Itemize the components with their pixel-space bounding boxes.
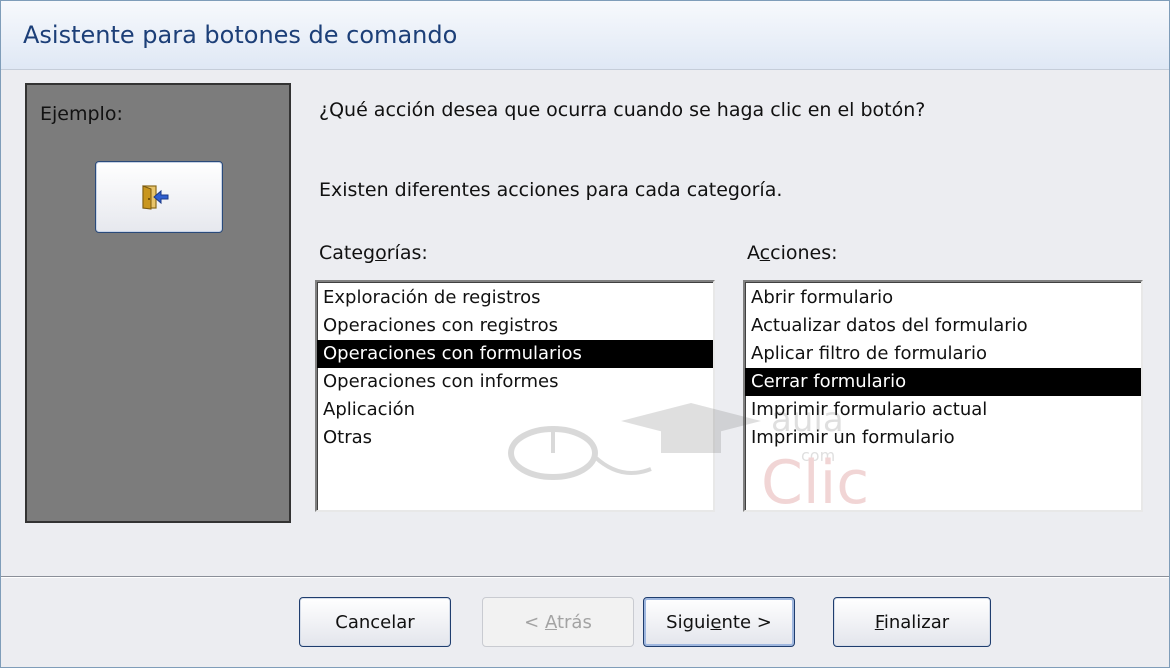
finish-button-mnemonic: F <box>874 611 884 633</box>
next-button[interactable]: Siguiente > <box>643 597 795 647</box>
action-item[interactable]: Aplicar filtro de formulario <box>745 340 1141 368</box>
categories-label-part: Categ <box>319 242 376 264</box>
next-button-part: Sigui <box>666 611 711 633</box>
category-item[interactable]: Operaciones con registros <box>317 312 713 340</box>
categories-listbox[interactable]: Exploración de registros Operaciones con… <box>315 280 715 512</box>
question-text: ¿Qué acción desea que ocurra cuando se h… <box>319 99 926 121</box>
window-title: Asistente para botones de comando <box>23 21 458 49</box>
example-panel: Ejemplo: <box>25 83 291 523</box>
title-bar: Asistente para botones de comando <box>1 1 1169 70</box>
back-button[interactable]: < Atrás <box>482 597 634 647</box>
categories-label-part: rías: <box>386 242 428 264</box>
example-label: Ejemplo: <box>40 103 123 125</box>
actions-label-mnemonic: c <box>759 242 771 264</box>
back-button-mnemonic: A <box>544 611 557 633</box>
categories-label: Categorías: <box>319 242 428 264</box>
action-item[interactable]: Actualizar datos del formulario <box>745 312 1141 340</box>
info-text: Existen diferentes acciones para cada ca… <box>319 179 783 201</box>
finish-button[interactable]: Finalizar <box>833 597 991 647</box>
back-button-part: < <box>524 611 545 633</box>
category-item[interactable]: Operaciones con informes <box>317 368 713 396</box>
action-item[interactable]: Imprimir formulario actual <box>745 396 1141 424</box>
wizard-window: Asistente para botones de comando Ejempl… <box>0 0 1170 668</box>
action-item[interactable]: Abrir formulario <box>745 284 1141 312</box>
example-preview-button <box>95 161 223 233</box>
back-button-part: trás <box>556 611 592 633</box>
next-button-mnemonic: e <box>710 611 722 633</box>
exit-door-icon <box>142 185 169 210</box>
cancel-button[interactable]: Cancelar <box>299 597 451 647</box>
actions-listbox[interactable]: Abrir formulario Actualizar datos del fo… <box>743 280 1143 512</box>
action-item[interactable]: Imprimir un formulario <box>745 424 1141 452</box>
action-item[interactable]: Cerrar formulario <box>745 368 1141 396</box>
categories-label-mnemonic: o <box>375 242 387 264</box>
category-item[interactable]: Aplicación <box>317 396 713 424</box>
category-item[interactable]: Operaciones con formularios <box>317 340 713 368</box>
actions-label-part: A <box>747 242 760 264</box>
footer-separator <box>1 576 1169 578</box>
finish-button-part: inalizar <box>883 611 950 633</box>
actions-label-part: ciones: <box>770 242 838 264</box>
next-button-part: nte > <box>721 611 772 633</box>
category-item[interactable]: Exploración de registros <box>317 284 713 312</box>
category-item[interactable]: Otras <box>317 424 713 452</box>
actions-label: Acciones: <box>747 242 838 264</box>
